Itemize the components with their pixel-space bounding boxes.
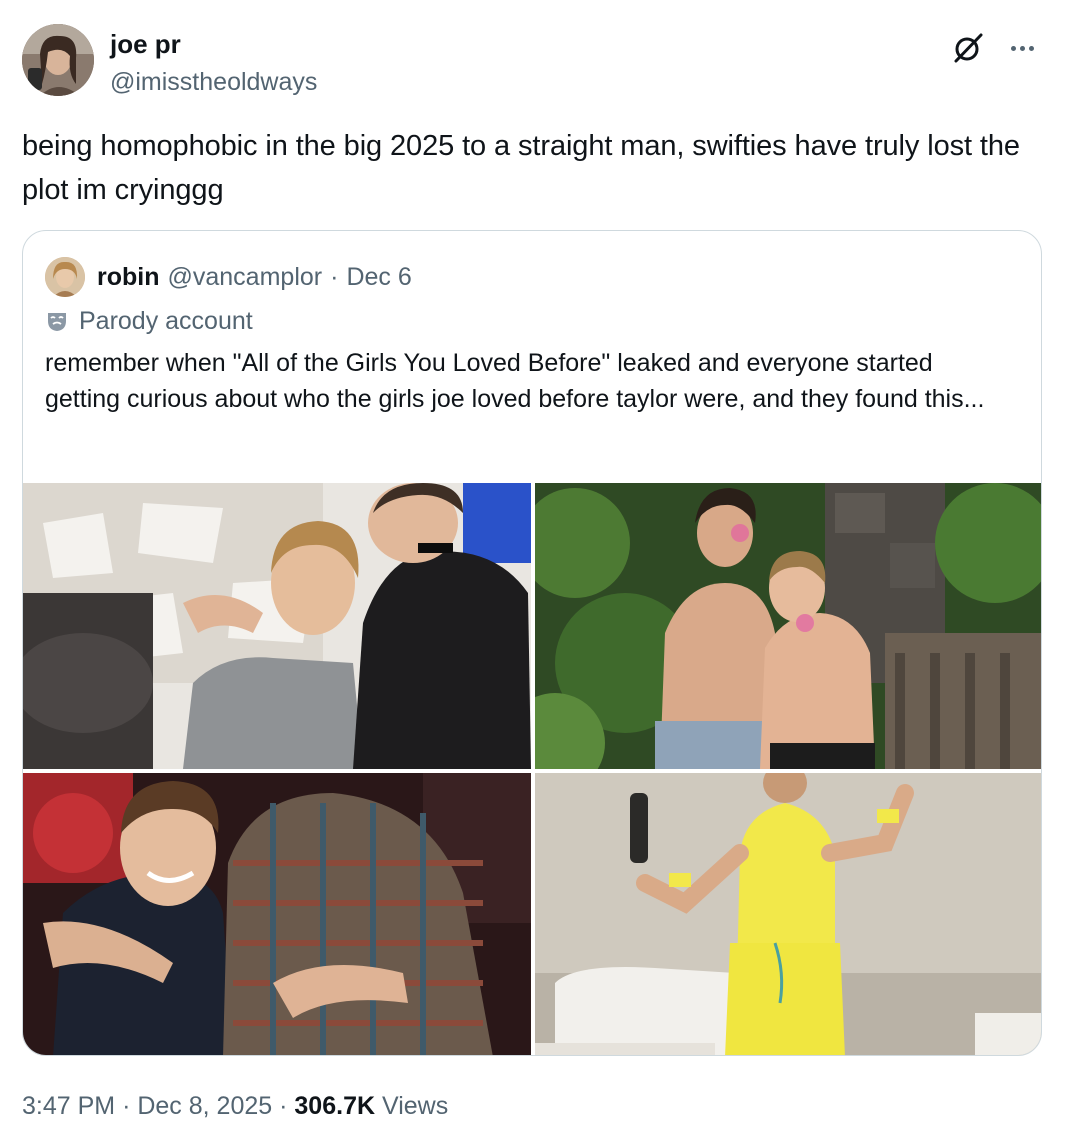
author-display-name[interactable]: joe pr [110, 28, 317, 60]
views-count[interactable]: 306.7K [294, 1092, 375, 1120]
grok-icon[interactable] [950, 30, 986, 66]
tweet-date[interactable]: Dec 8, 2025 [137, 1092, 272, 1120]
quote-display-name[interactable]: robin [97, 263, 160, 292]
media-photo-4[interactable] [535, 773, 1041, 1055]
media-photo-1[interactable] [23, 483, 531, 769]
media-photo-3[interactable] [23, 773, 531, 1055]
quoted-tweet[interactable]: robin @vancamplor · Dec 6 Parody account… [22, 230, 1042, 1056]
tweet-text: being homophobic in the big 2025 to a st… [22, 130, 1020, 206]
separator-dot: · [279, 1092, 288, 1120]
quote-text: remember when "All of the Girls You Love… [45, 349, 985, 413]
parody-label: Parody account [45, 303, 253, 339]
tweet-footer: 3:47 PM · Dec 8, 2025 · 306.7K Views [22, 1088, 448, 1124]
quote-header: robin @vancamplor · Dec 6 [45, 257, 412, 297]
author-avatar[interactable] [22, 24, 94, 96]
author-names: joe pr @imisstheoldways [110, 28, 317, 98]
views-label: Views [381, 1092, 449, 1120]
author-handle[interactable]: @imisstheoldways [110, 66, 317, 98]
media-photo-2[interactable] [535, 483, 1041, 769]
tweet-time[interactable]: 3:47 PM [22, 1092, 115, 1120]
more-icon[interactable] [1004, 30, 1040, 66]
quote-avatar[interactable] [45, 257, 85, 297]
mask-icon [48, 313, 66, 331]
separator-dot: · [330, 262, 339, 291]
media-grid [23, 483, 1041, 1055]
parody-label-text: Parody account [79, 306, 253, 335]
separator-dot: · [122, 1092, 131, 1120]
tweet-header: joe pr @imisstheoldways [22, 24, 1044, 100]
quote-handle[interactable]: @vancamplor [168, 263, 323, 292]
quote-date[interactable]: Dec 6 [346, 263, 411, 292]
